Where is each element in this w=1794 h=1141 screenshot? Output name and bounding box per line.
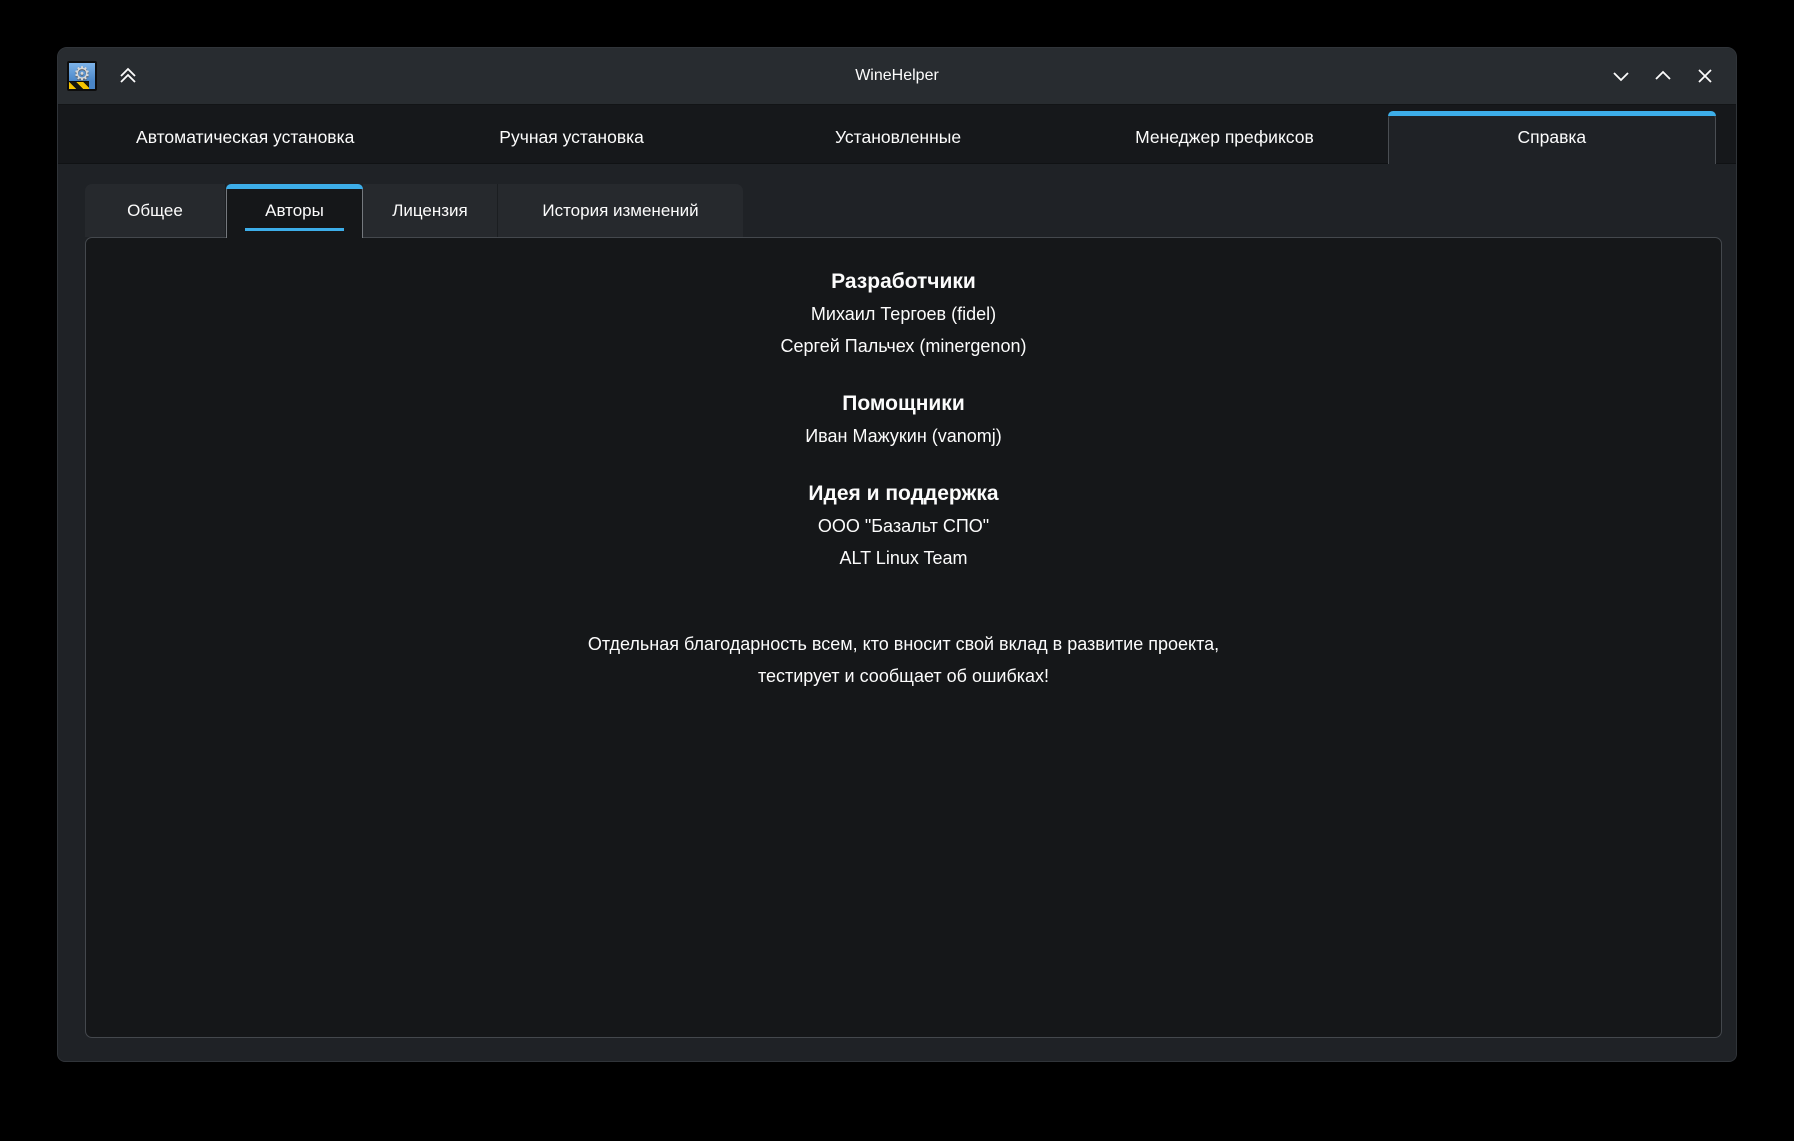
section-heading-idea-support: Идея и поддержка <box>86 478 1721 510</box>
thanks-line: Отдельная благодарность всем, кто вносит… <box>86 628 1721 660</box>
author-line: ALT Linux Team <box>86 542 1721 574</box>
titlebar: ⚙ WineHelper <box>58 48 1736 105</box>
winehelper-window: ⚙ WineHelper <box>57 47 1737 1062</box>
author-line: Сергей Пальчех (minergenon) <box>86 330 1721 362</box>
app-icon: ⚙ <box>67 61 97 91</box>
help-sub-tab-bar: Общее Авторы Лицензия История изменений <box>85 184 1736 237</box>
authors-pane: Разработчики Михаил Тергоев (fidel) Серг… <box>85 237 1722 1038</box>
tab-installed[interactable]: Установленные <box>735 111 1061 164</box>
shade-window-button[interactable] <box>111 59 145 93</box>
tab-prefix-manager[interactable]: Менеджер префиксов <box>1061 111 1387 164</box>
main-tab-bar: Автоматическая установка Ручная установк… <box>58 105 1736 164</box>
window-title: WineHelper <box>58 67 1736 85</box>
tab-auto-install[interactable]: Автоматическая установка <box>82 111 408 164</box>
double-chevron-up-icon <box>117 65 139 87</box>
subtab-changelog[interactable]: История изменений <box>498 184 743 237</box>
maximize-button[interactable] <box>1646 59 1680 93</box>
hazard-stripes <box>69 81 89 89</box>
author-line: ООО "Базальт СПО" <box>86 510 1721 542</box>
close-icon <box>1694 65 1716 87</box>
subtab-general[interactable]: Общее <box>85 184 226 237</box>
section-heading-developers: Разработчики <box>86 266 1721 298</box>
tab-manual-install[interactable]: Ручная установка <box>408 111 734 164</box>
help-page: Общее Авторы Лицензия История изменений … <box>58 164 1736 1062</box>
subtab-authors[interactable]: Авторы <box>226 184 363 238</box>
tab-help[interactable]: Справка <box>1388 111 1716 164</box>
thanks-line: тестирует и сообщает об ошибках! <box>86 660 1721 692</box>
chevron-up-icon <box>1652 65 1674 87</box>
author-line: Михаил Тергоев (fidel) <box>86 298 1721 330</box>
chevron-down-icon <box>1610 65 1632 87</box>
minimize-button[interactable] <box>1604 59 1638 93</box>
subtab-license[interactable]: Лицензия <box>363 184 498 237</box>
author-line: Иван Мажукин (vanomj) <box>86 420 1721 452</box>
close-button[interactable] <box>1688 59 1722 93</box>
section-heading-helpers: Помощники <box>86 388 1721 420</box>
